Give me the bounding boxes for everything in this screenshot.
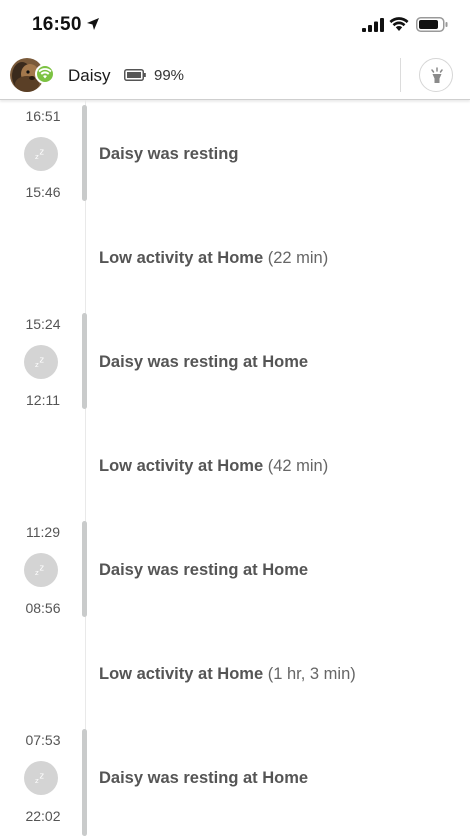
event-start-time: 07:53 [25, 732, 61, 748]
event-description: Daisy was resting [99, 145, 239, 163]
status-time: 16:50 [32, 14, 82, 35]
wifi-icon [389, 17, 409, 31]
event-end-time: 15:46 [25, 184, 61, 200]
timeline-line [85, 100, 86, 836]
flashlight-icon [431, 67, 443, 83]
sleep-icon: zz [24, 761, 58, 795]
activity-label: Low activity at Home [99, 665, 264, 683]
activity-duration: (1 hr, 3 min) [267, 665, 356, 683]
pet-header: Daisy 99% [0, 50, 470, 100]
activity-label: Low activity at Home [99, 457, 264, 475]
activity-duration: (22 min) [267, 249, 329, 267]
rest-duration-bar [82, 729, 87, 836]
light-button[interactable] [419, 58, 453, 92]
wifi-icon [38, 68, 52, 79]
svg-text:z: z [40, 772, 45, 782]
activity-label: Low activity at Home [99, 249, 264, 267]
activity-description: Low activity at Home (1 hr, 3 min) [99, 665, 356, 684]
event-start-time: 11:29 [26, 524, 60, 540]
svg-text:z: z [40, 564, 45, 574]
svg-text:z: z [35, 361, 39, 369]
rest-duration-bar [82, 521, 87, 617]
event-description: Daisy was resting at Home [99, 561, 309, 579]
svg-text:z: z [35, 153, 39, 161]
sleep-icon: zz [24, 553, 58, 587]
event-description: Daisy was resting at Home [99, 353, 309, 371]
activity-description: Low activity at Home (22 min) [99, 249, 328, 268]
event-start-time: 16:51 [25, 108, 61, 124]
svg-text:z: z [40, 148, 45, 158]
svg-text:z: z [40, 356, 45, 366]
phone-battery-icon [416, 17, 448, 32]
svg-text:z: z [35, 569, 39, 577]
header-divider [400, 58, 401, 92]
sleep-icon: zz [24, 137, 58, 171]
cellular-signal-icon [362, 18, 384, 32]
location-arrow-icon [87, 18, 99, 30]
event-description: Daisy was resting at Home [99, 769, 309, 787]
svg-text:z: z [35, 777, 39, 785]
tracker-connected-badge [35, 64, 55, 84]
activity-description: Low activity at Home (42 min) [99, 457, 328, 476]
rest-duration-bar [82, 105, 87, 201]
pet-name[interactable]: Daisy [68, 66, 111, 86]
event-end-time: 08:56 [25, 600, 61, 616]
tracker-battery-icon [124, 69, 146, 81]
event-start-time: 15:24 [25, 316, 61, 332]
tracker-battery-percent: 99% [154, 67, 185, 84]
rest-duration-bar [82, 313, 87, 409]
sleep-icon: zz [24, 345, 58, 379]
event-end-time: 22:02 [25, 808, 61, 824]
status-bar: 16:50 [0, 0, 470, 50]
activity-duration: (42 min) [267, 457, 329, 475]
event-end-time: 12:11 [26, 392, 60, 408]
